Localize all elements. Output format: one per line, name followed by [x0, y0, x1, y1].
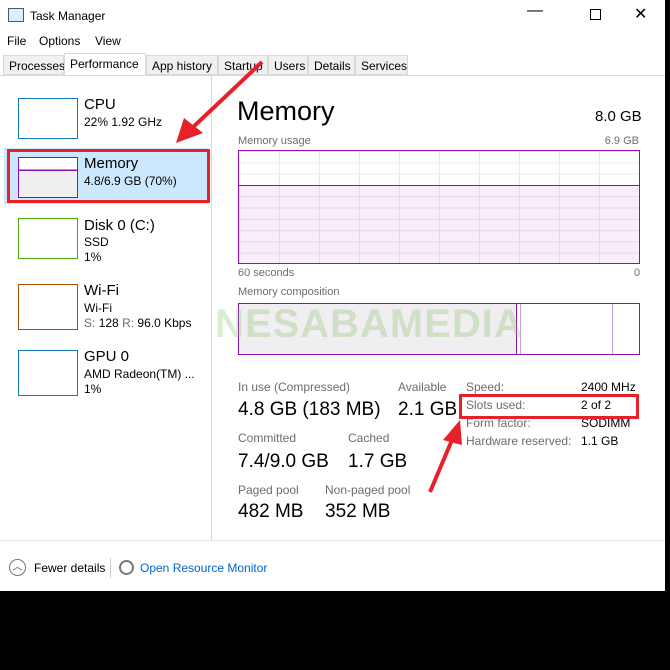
open-resource-monitor-link[interactable]: Open Resource Monitor	[140, 561, 267, 575]
arrow-to-slots	[428, 439, 454, 493]
footer-separator	[110, 558, 111, 578]
resource-monitor-icon	[119, 560, 134, 575]
footer-divider	[0, 540, 665, 541]
annotation-arrows	[176, 60, 462, 493]
chevron-up-icon[interactable]: ︿	[9, 559, 26, 576]
arrow-head-slots	[443, 420, 462, 445]
arrow-to-memory	[188, 60, 264, 132]
fewer-details-button[interactable]: Fewer details	[34, 561, 105, 575]
task-manager-window: Task Manager — ✕ File Options View Proce…	[0, 0, 665, 591]
